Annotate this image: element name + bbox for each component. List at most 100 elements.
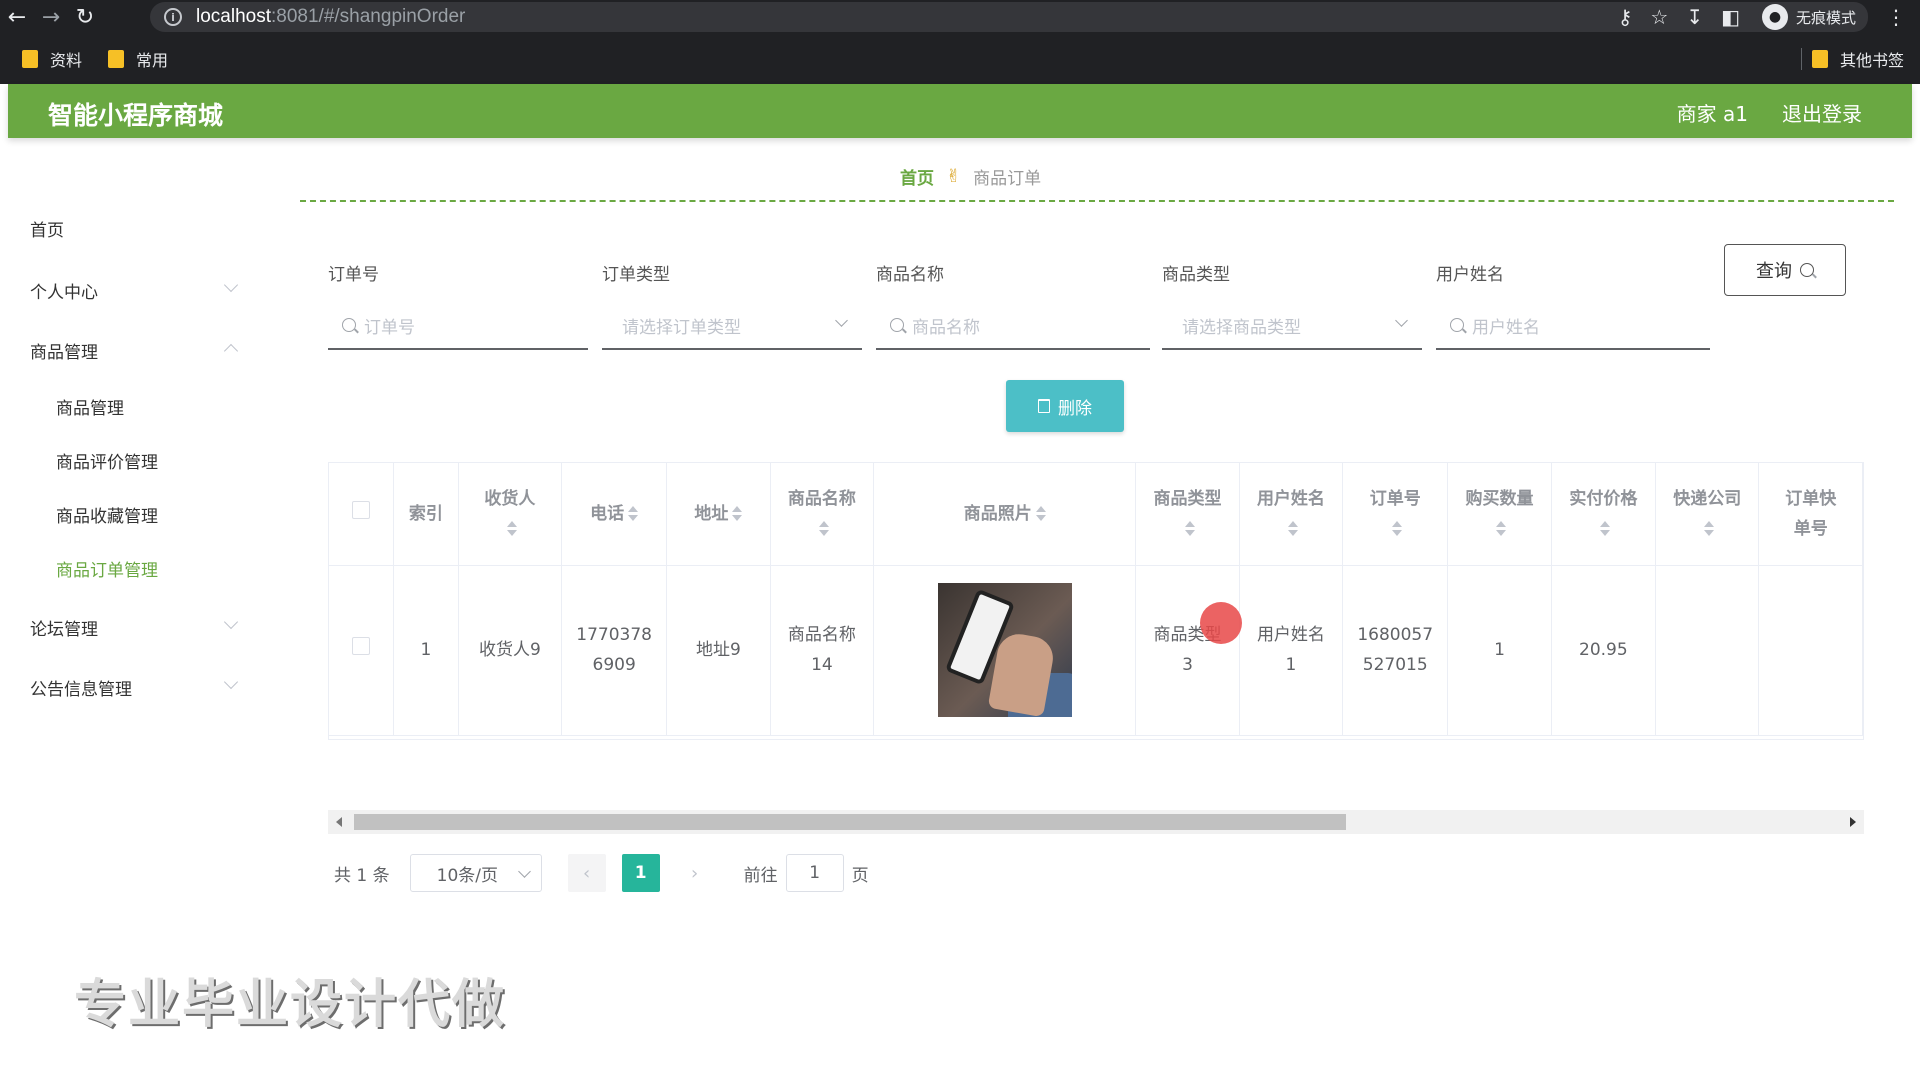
sidebar-item-forum[interactable]: 论坛管理 — [30, 615, 98, 640]
goods-type-select[interactable]: 请选择商品类型 — [1162, 302, 1422, 350]
col-quantity[interactable]: 购买数量 — [1447, 463, 1552, 566]
sort-icon[interactable] — [1704, 520, 1715, 537]
back-icon[interactable]: ← — [0, 0, 34, 34]
breadcrumb-home[interactable]: 首页 — [900, 164, 934, 189]
menu-icon[interactable]: ⋮ — [1886, 5, 1906, 29]
watermark-text: 专业毕业设计代做 — [74, 975, 507, 1035]
goto-page-input[interactable]: 1 — [785, 854, 844, 892]
key-icon[interactable]: ⚷ — [1618, 5, 1633, 29]
cell-order-no: 1680057 527015 — [1342, 565, 1449, 736]
page-number-current[interactable]: 1 — [621, 854, 660, 892]
app-root: 智能小程序商城 商家 a1 退出登录 首页 个人中心 商品管理 商品管理 商品评… — [8, 84, 1912, 1080]
col-express-no[interactable]: 订单快 单号 — [1758, 463, 1863, 566]
info-icon[interactable]: i — [164, 8, 182, 26]
page-size-select[interactable]: 10条/页 — [409, 854, 542, 892]
scroll-left-icon[interactable] — [336, 817, 342, 827]
sort-icon[interactable] — [818, 520, 829, 537]
delete-button[interactable]: 删除 — [1006, 380, 1124, 432]
mouse-cursor-highlight — [1200, 602, 1242, 644]
sort-icon[interactable] — [506, 520, 517, 537]
breadcrumb: 首页 ✌ 商品订单 — [900, 164, 1041, 189]
chevron-down-icon — [223, 277, 239, 293]
sidepanel-icon[interactable]: ◧ — [1721, 5, 1740, 29]
sidebar-item-home[interactable]: 首页 — [30, 216, 64, 241]
goods-name-input[interactable]: 商品名称 — [876, 302, 1150, 350]
chevron-down-icon — [1395, 314, 1408, 327]
col-goods-photo[interactable]: 商品照片 — [873, 463, 1137, 566]
sidebar-sub-reviews[interactable]: 商品评价管理 — [56, 448, 158, 473]
order-no-label: 订单号 — [328, 265, 379, 285]
col-price[interactable]: 实付价格 — [1551, 463, 1657, 566]
cell-user-name: 用户姓名 1 — [1239, 565, 1344, 736]
current-user: 商家 a1 — [1676, 102, 1748, 126]
sort-icon[interactable] — [1035, 505, 1046, 522]
order-no-input[interactable]: 订单号 — [328, 302, 588, 350]
select-all-checkbox[interactable] — [352, 500, 371, 519]
cell-express-no — [1758, 565, 1863, 736]
bookmark-folder-other[interactable]: 其他书签 — [1811, 47, 1904, 71]
forward-icon[interactable]: → — [34, 0, 68, 34]
col-user-name[interactable]: 用户姓名 — [1239, 463, 1344, 566]
chevron-down-icon — [835, 314, 848, 327]
goto-prefix: 前往 — [743, 865, 778, 886]
col-goods-name[interactable]: 商品名称 — [770, 463, 875, 566]
cell-address: 地址9 — [666, 565, 771, 736]
col-address[interactable]: 地址 — [666, 463, 771, 566]
sidebar-item-personal[interactable]: 个人中心 — [30, 278, 98, 303]
chevron-down-icon — [223, 614, 239, 630]
sidebar-sub-favorites[interactable]: 商品收藏管理 — [56, 502, 158, 527]
col-order-no[interactable]: 订单号 — [1342, 463, 1449, 566]
sort-icon[interactable] — [732, 505, 743, 522]
total-count: 共 1 条 — [334, 865, 390, 886]
scrollbar-thumb[interactable] — [354, 814, 1346, 830]
sidebar-sub-orders[interactable]: 商品订单管理 — [56, 556, 158, 581]
cell-index: 1 — [393, 565, 459, 736]
reload-icon[interactable]: ↻ — [68, 0, 102, 34]
sort-icon[interactable] — [1287, 520, 1298, 537]
goods-name-label: 商品名称 — [876, 265, 944, 285]
next-page-button[interactable]: › — [675, 854, 714, 892]
incognito-badge[interactable]: ● 无痕模式 — [1757, 2, 1868, 32]
col-goods-type[interactable]: 商品类型 — [1135, 463, 1240, 566]
col-receiver[interactable]: 收货人 — [458, 463, 563, 566]
prev-page-button[interactable]: ‹ — [567, 854, 606, 892]
chevron-down-icon — [517, 865, 531, 878]
browser-toolbar: ← → ↻ i localhost:8081/#/shangpinOrder ⚷… — [0, 0, 1920, 34]
select-all-cell — [329, 463, 395, 566]
sidebar-item-notice[interactable]: 公告信息管理 — [30, 675, 132, 700]
sort-icon[interactable] — [1184, 520, 1195, 537]
pagination: 共 1 条 10条/页 ‹ 1 › 前往 1 页 — [334, 854, 869, 892]
sidebar-sub-goods[interactable]: 商品管理 — [56, 394, 124, 419]
cell-express — [1655, 565, 1760, 736]
query-button[interactable]: 查询 — [1724, 244, 1846, 296]
table-header-row: 索引 收货人 电话 地址 商品名称 商品照片 商品类型 用户姓名 订单号 购买数… — [329, 463, 1863, 566]
order-type-label: 订单类型 — [602, 265, 670, 285]
star-icon[interactable]: ☆ — [1650, 5, 1668, 29]
table-row[interactable]: 1 收货人9 1770378 6909 地址9 商品名称 14 商品类型 3 用户姓名… — [329, 565, 1863, 736]
sort-icon[interactable] — [1496, 520, 1507, 537]
col-phone[interactable]: 电话 — [561, 463, 668, 566]
sort-icon[interactable] — [1392, 520, 1403, 537]
row-checkbox[interactable] — [352, 637, 371, 655]
goto-suffix: 页 — [851, 865, 869, 886]
bookmarks-bar: 资料 常用 其他书签 — [0, 34, 1920, 84]
breadcrumb-current: 商品订单 — [973, 169, 1042, 189]
sort-icon[interactable] — [1600, 520, 1611, 537]
download-icon[interactable]: ↧ — [1686, 5, 1703, 29]
address-bar[interactable]: i localhost:8081/#/shangpinOrder — [150, 2, 1850, 32]
trash-icon — [1038, 399, 1050, 413]
bookmark-folder-ziliao[interactable]: 资料 — [22, 47, 82, 71]
logout-link[interactable]: 退出登录 — [1782, 98, 1862, 127]
table-horizontal-scrollbar[interactable] — [328, 810, 1864, 834]
bookmark-folder-changyong[interactable]: 常用 — [108, 47, 168, 71]
cell-phone: 1770378 6909 — [561, 565, 668, 736]
col-express[interactable]: 快递公司 — [1655, 463, 1760, 566]
sidebar-item-goods[interactable]: 商品管理 — [30, 338, 98, 363]
order-type-select[interactable]: 请选择订单类型 — [602, 302, 862, 350]
sort-icon[interactable] — [628, 505, 639, 522]
goods-photo[interactable] — [937, 583, 1072, 717]
scroll-right-icon[interactable] — [1850, 817, 1856, 827]
user-name-input[interactable]: 用户姓名 — [1436, 302, 1710, 350]
orders-table: 索引 收货人 电话 地址 商品名称 商品照片 商品类型 用户姓名 订单号 购买数… — [328, 462, 1864, 740]
breadcrumb-divider — [300, 200, 1894, 202]
